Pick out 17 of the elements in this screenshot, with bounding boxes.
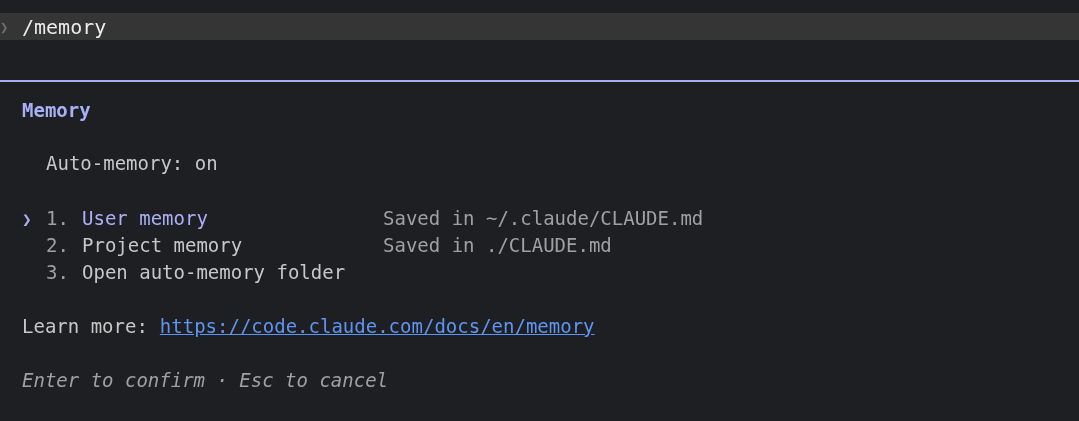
option-number: 2. [46, 233, 70, 256]
option-detail: Saved in ~/.claude/CLAUDE.md [383, 206, 705, 229]
prompt-symbol: ❯ [0, 18, 8, 35]
menu-option[interactable]: Open auto-memory folder [82, 260, 383, 283]
menu-option[interactable]: User memory [82, 206, 383, 229]
selection-pointer: ❯ [22, 209, 32, 229]
option-number: 3. [46, 260, 70, 283]
keyboard-hint: Enter to confirm · Esc to cancel [22, 368, 389, 391]
option-number: 1. [46, 206, 70, 229]
auto-memory-status: Auto-memory: on [46, 151, 218, 174]
command-text: /memory [22, 14, 107, 39]
option-detail: Saved in ./CLAUDE.md [383, 233, 613, 256]
menu-option[interactable]: Project memory [82, 233, 383, 256]
command-input[interactable]: ❯ /memory [0, 13, 1079, 40]
learn-more-label: Learn more: [22, 314, 148, 337]
dialog-title: Memory [22, 98, 91, 121]
docs-link[interactable]: https://code.claude.com/docs/en/memory [159, 314, 595, 337]
